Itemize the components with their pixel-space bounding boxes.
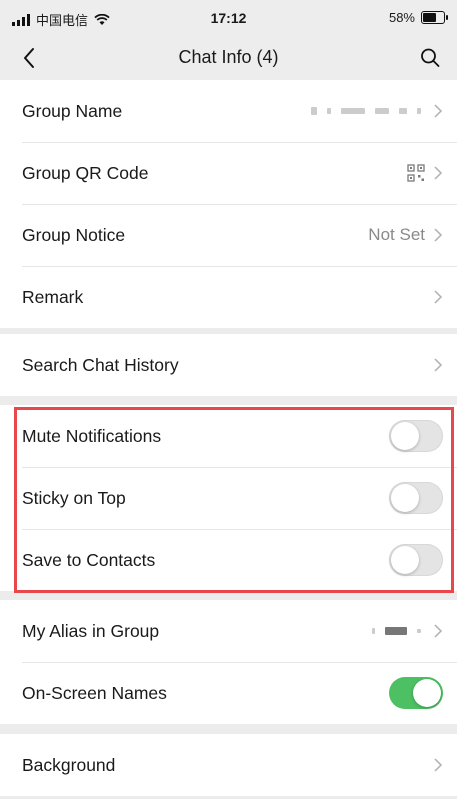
save-to-contacts-toggle[interactable] [389,544,443,576]
sticky-on-top-row: Sticky on Top [0,467,457,529]
mute-notifications-toggle[interactable] [389,420,443,452]
search-chat-history-label: Search Chat History [22,354,179,375]
group-name-row[interactable]: Group Name [0,80,457,142]
page-title: Chat Info (4) [178,47,279,67]
status-bar: 中国电信 17:12 58% [0,0,457,36]
background-label: Background [22,754,116,775]
chevron-right-icon [434,104,443,118]
search-icon[interactable] [419,46,441,70]
save-to-contacts-row: Save to Contacts [0,529,457,591]
alias-section: My Alias in Group On-Screen Names [0,600,457,724]
search-chat-history-row[interactable]: Search Chat History [0,334,457,396]
my-alias-value-blurred [372,627,421,635]
chevron-right-icon [434,758,443,772]
search-section: Search Chat History [0,334,457,396]
my-alias-label: My Alias in Group [22,620,160,641]
on-screen-names-label: On-Screen Names [22,682,167,703]
background-section: Background [0,734,457,796]
remark-row[interactable]: Remark [0,266,457,328]
chevron-right-icon [434,358,443,372]
group-notice-value: Not Set [368,225,425,244]
remark-label: Remark [22,286,84,307]
chevron-right-icon [434,166,443,180]
save-to-contacts-label: Save to Contacts [22,549,156,570]
battery-icon [421,11,448,24]
my-alias-row[interactable]: My Alias in Group [0,600,457,662]
mute-notifications-row: Mute Notifications [0,405,457,467]
mute-notifications-label: Mute Notifications [22,425,162,446]
group-qr-label: Group QR Code [22,162,149,183]
group-name-label: Group Name [22,100,123,121]
on-screen-names-toggle[interactable] [389,677,443,709]
chevron-right-icon [434,624,443,638]
group-notice-row[interactable]: Group Notice Not Set [0,204,457,266]
chevron-right-icon [434,290,443,304]
battery-percent: 58% [388,10,415,25]
chevron-right-icon [434,228,443,242]
on-screen-names-row: On-Screen Names [0,662,457,724]
group-name-value-blurred [311,107,421,115]
nav-bar: Chat Info (4) [0,36,457,80]
background-row[interactable]: Background [0,734,457,796]
group-info-section: Group Name Group QR Code Group Notice No… [0,80,457,328]
sticky-on-top-label: Sticky on Top [22,487,126,508]
group-notice-label: Group Notice [22,224,126,245]
notification-settings-section: Mute Notifications Sticky on Top Save to… [0,405,457,591]
qr-code-icon [407,164,425,182]
sticky-on-top-toggle[interactable] [389,482,443,514]
group-qr-row[interactable]: Group QR Code [0,142,457,204]
